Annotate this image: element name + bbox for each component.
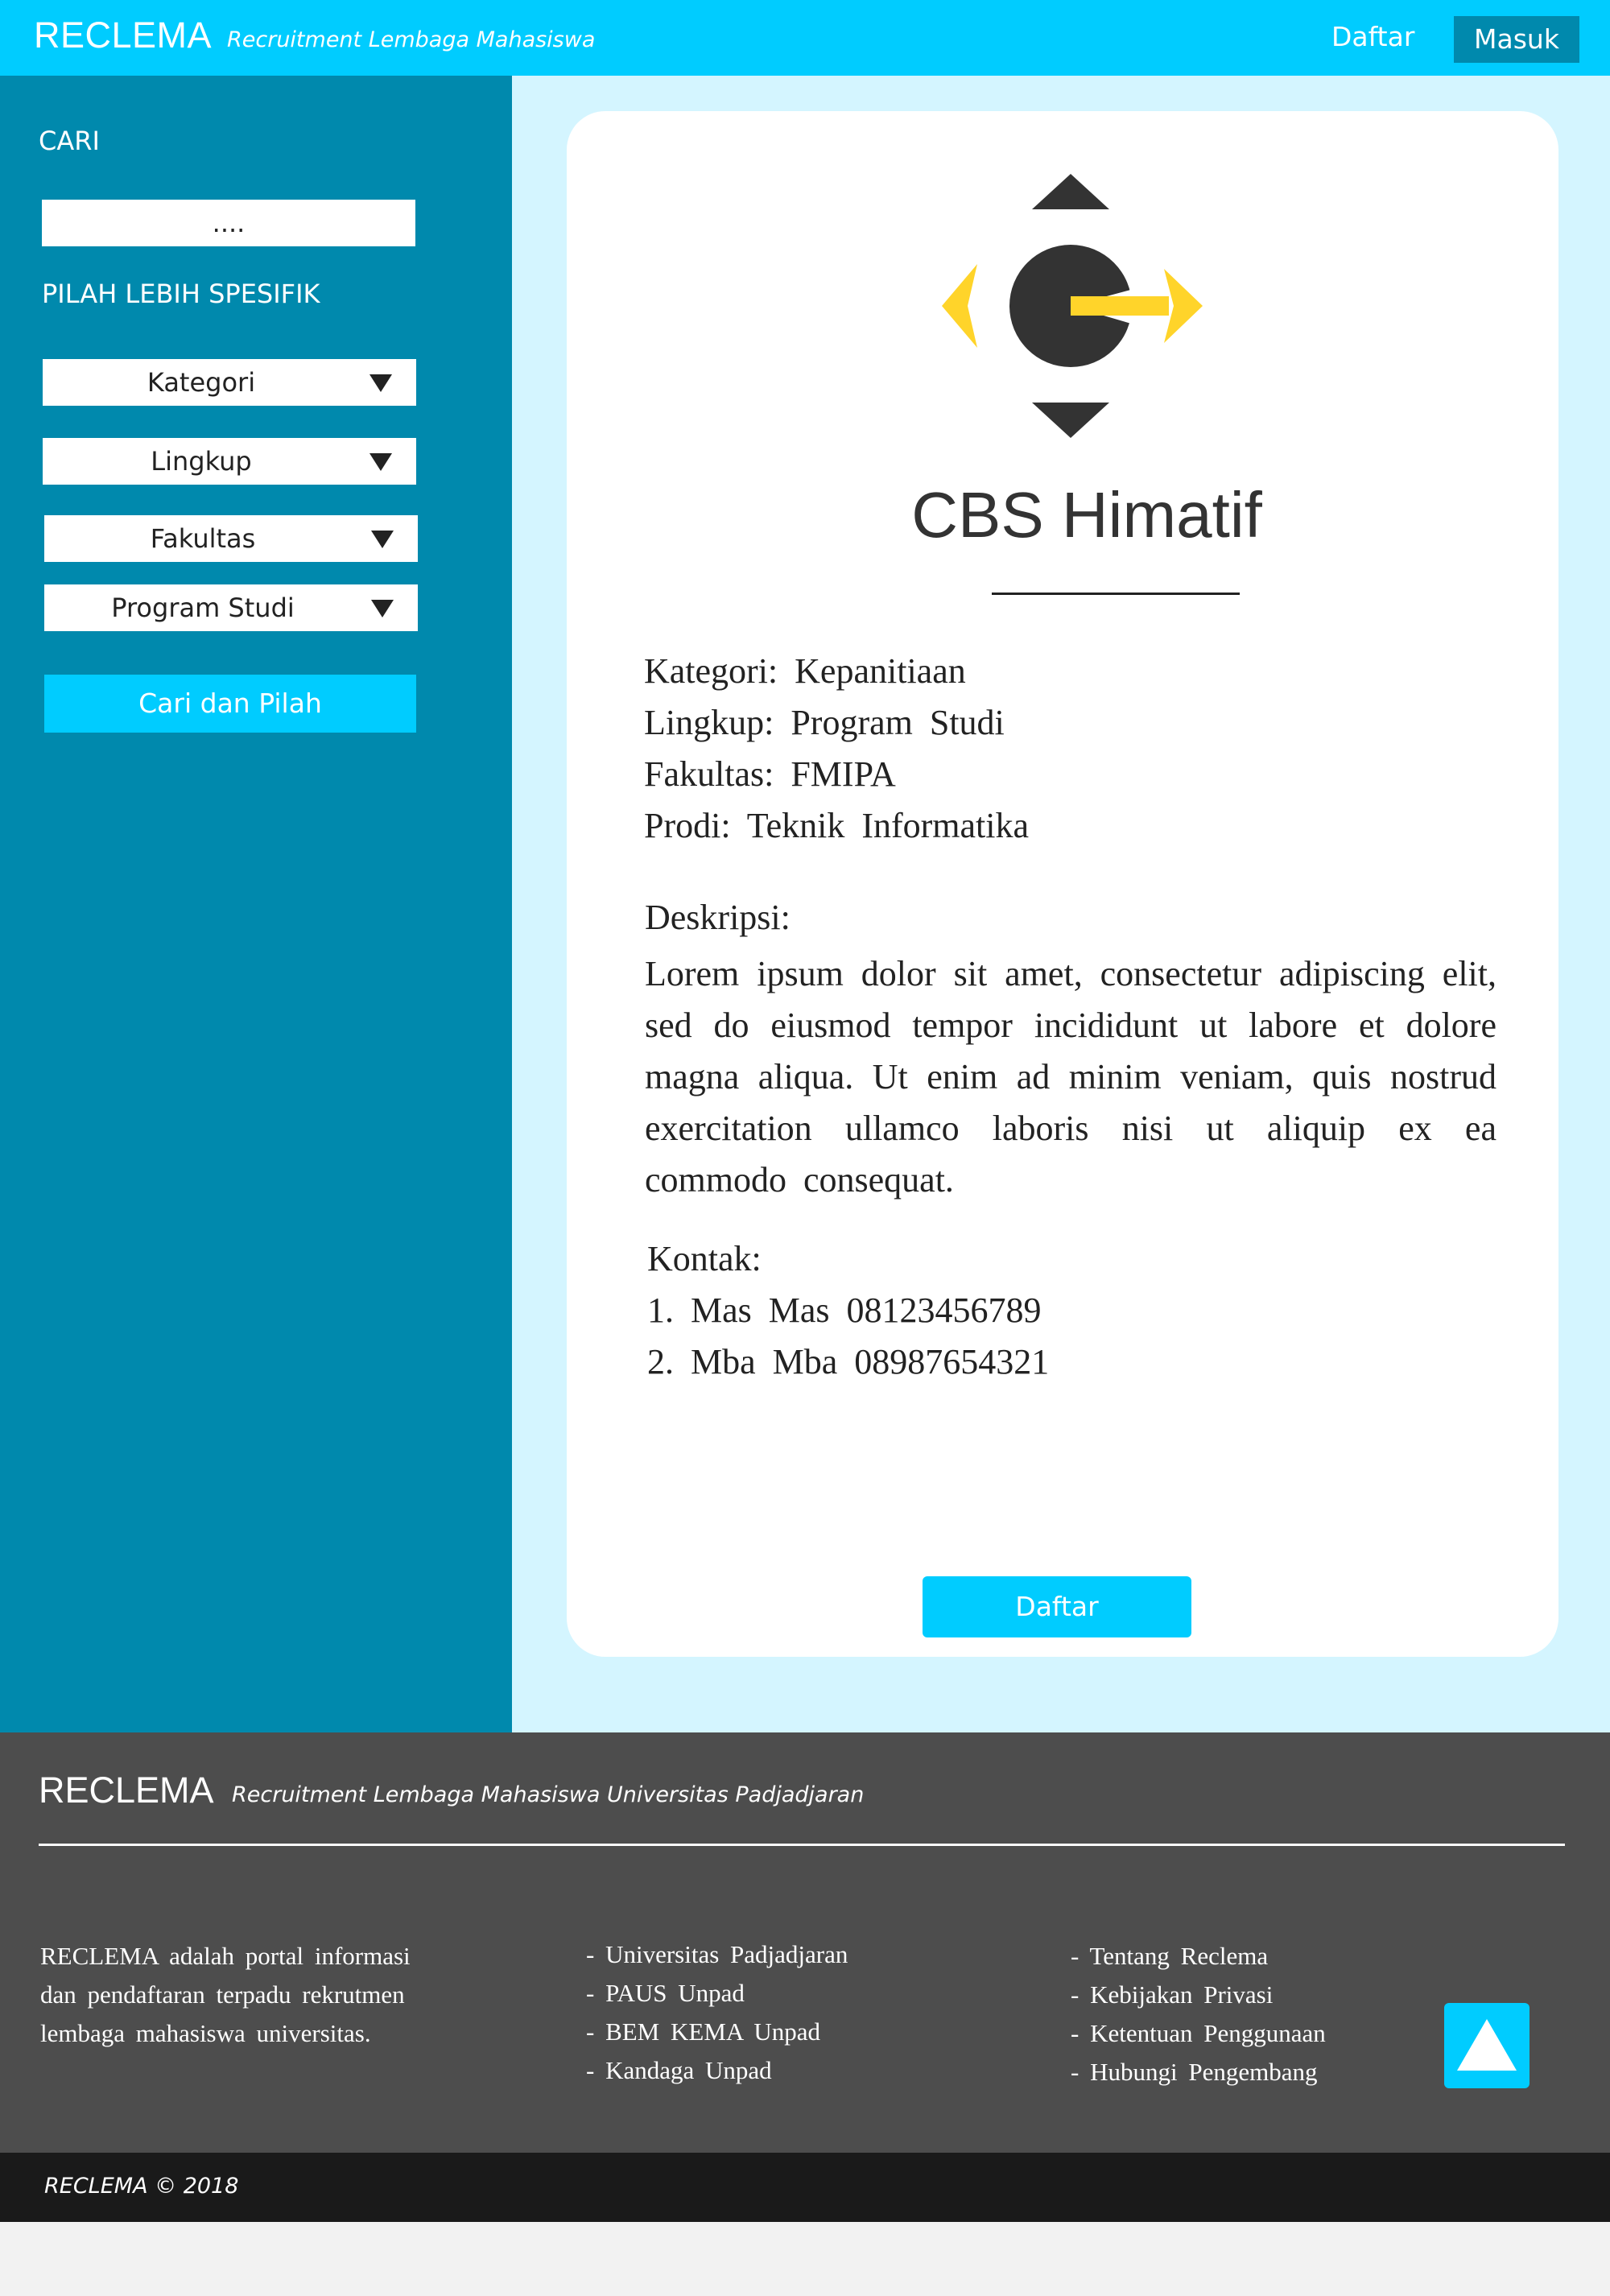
title-underline <box>992 593 1240 595</box>
footer-link[interactable]: - Kandaga Unpad <box>586 2051 848 2090</box>
register-button[interactable]: Daftar <box>923 1576 1191 1637</box>
main-content: CBS Himatif Kategori: Kepanitiaan Lingku… <box>512 76 1610 1732</box>
caret-down-icon <box>369 453 392 471</box>
footer-link[interactable]: - Tentang Reclema <box>1071 1937 1326 1976</box>
footer-links-info: - Tentang Reclema - Kebijakan Privasi - … <box>1071 1937 1326 2092</box>
footer-about-line: lembaga mahasiswa universitas. <box>40 2019 371 2047</box>
footer: RECLEMA Recruitment Lembaga Mahasiswa Un… <box>0 1732 1610 2153</box>
footer-brand: RECLEMA <box>39 1769 214 1811</box>
description-text: Lorem ipsum dolor sit amet, consectetur … <box>645 954 1496 1200</box>
scope-select-label: Lingkup <box>151 446 252 477</box>
meta-faculty: Fakultas: FMIPA <box>644 754 896 794</box>
scope-select[interactable]: Lingkup <box>43 438 416 485</box>
caret-down-icon <box>371 600 394 617</box>
search-input[interactable] <box>42 200 415 246</box>
organization-detail-card: CBS Himatif Kategori: Kepanitiaan Lingku… <box>567 111 1558 1657</box>
study-program-select-label: Program Studi <box>111 593 295 623</box>
footer-link[interactable]: - BEM KEMA Unpad <box>586 2013 848 2051</box>
category-select[interactable]: Kategori <box>43 359 416 406</box>
logo-left-chevron <box>942 264 977 348</box>
copyright-bar: RECLEMA © 2018 <box>0 2153 1610 2222</box>
brand-logo[interactable]: RECLEMA <box>34 14 212 56</box>
copyright-text: RECLEMA © 2018 <box>44 2174 239 2199</box>
description-label: Deskripsi: <box>645 898 791 937</box>
logo-bottom-triangle <box>1032 403 1109 438</box>
caret-down-icon <box>371 531 394 548</box>
footer-about: RECLEMA adalah portal informasi dan pend… <box>40 1937 451 2053</box>
brand-tagline: Recruitment Lembaga Mahasiswa <box>227 27 596 52</box>
logo-arrow-bar <box>1071 296 1169 316</box>
nav-login-button[interactable]: Masuk <box>1454 16 1579 63</box>
faculty-select[interactable]: Fakultas <box>44 515 418 562</box>
footer-tagline: Recruitment Lembaga Mahasiswa Universita… <box>232 1782 865 1807</box>
footer-divider <box>39 1844 1565 1846</box>
contact-section: Kontak: 1. Mas Mas 08123456789 2. Mba Mb… <box>647 1233 1049 1388</box>
organization-name: CBS Himatif <box>911 479 1262 551</box>
organization-meta: Kategori: Kepanitiaan Lingkup: Program S… <box>644 646 1029 852</box>
arrow-up-icon <box>1457 2019 1517 2071</box>
contact-label: Kontak: <box>647 1239 762 1278</box>
organization-logo-icon <box>942 174 1203 438</box>
logo-arrow-head <box>1164 269 1203 343</box>
nav-register-link[interactable]: Daftar <box>1331 21 1414 52</box>
study-program-select[interactable]: Program Studi <box>44 584 418 631</box>
footer-link[interactable]: - Universitas Padjadjaran <box>586 1935 848 1974</box>
category-select-label: Kategori <box>147 367 256 398</box>
meta-scope: Lingkup: Program Studi <box>644 703 1005 742</box>
logo-top-triangle <box>1032 174 1109 209</box>
sidebar: CARI PILAH LEBIH SPESIFIK Kategori Lingk… <box>0 76 512 1732</box>
back-to-top-button[interactable] <box>1444 2003 1530 2088</box>
contact-item: 1. Mas Mas 08123456789 <box>647 1290 1042 1330</box>
meta-study-program: Prodi: Teknik Informatika <box>644 806 1030 845</box>
footer-about-line: dan pendaftaran terpadu rekrutmen <box>40 1980 405 2009</box>
caret-down-icon <box>369 374 392 392</box>
footer-link[interactable]: - Hubungi Pengembang <box>1071 2053 1326 2092</box>
footer-about-line: RECLEMA adalah portal informasi <box>40 1942 411 1970</box>
footer-link[interactable]: - Kebijakan Privasi <box>1071 1976 1326 2014</box>
footer-links-external: - Universitas Padjadjaran - PAUS Unpad -… <box>586 1935 848 2090</box>
search-label: CARI <box>39 126 100 156</box>
search-filter-button[interactable]: Cari dan Pilah <box>44 675 416 733</box>
footer-link[interactable]: - PAUS Unpad <box>586 1974 848 2013</box>
meta-category: Kategori: Kepanitiaan <box>644 651 966 691</box>
top-navbar: RECLEMA Recruitment Lembaga Mahasiswa Da… <box>0 0 1610 76</box>
contact-item: 2. Mba Mba 08987654321 <box>647 1342 1050 1381</box>
footer-link[interactable]: - Ketentuan Penggunaan <box>1071 2014 1326 2053</box>
faculty-select-label: Fakultas <box>150 523 256 554</box>
filter-label: PILAH LEBIH SPESIFIK <box>42 279 320 309</box>
